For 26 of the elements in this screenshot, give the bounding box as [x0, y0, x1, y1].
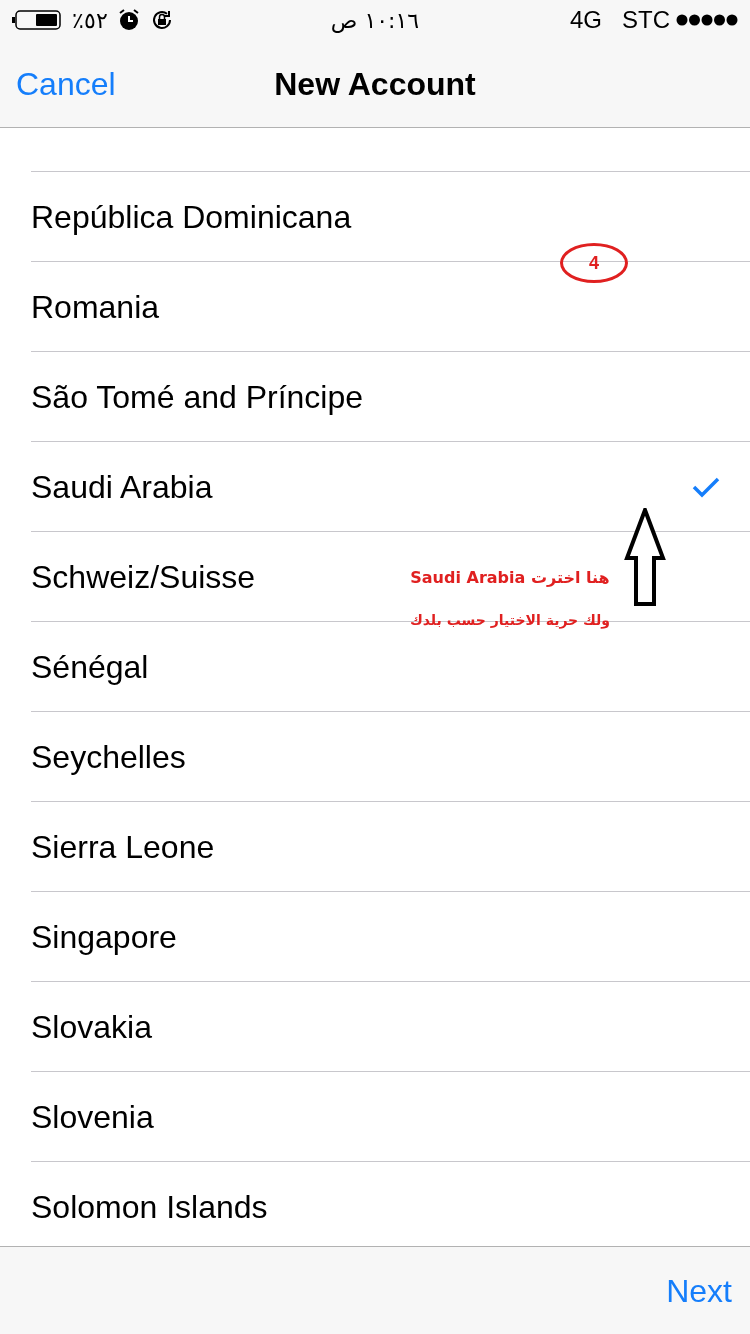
- country-name[interactable]: Singapore: [31, 912, 177, 961]
- cancel-button[interactable]: Cancel: [16, 59, 116, 108]
- annotation-text: ولك حرية الاختيار حسب بلدك: [408, 611, 612, 631]
- country-name[interactable]: Romania: [31, 282, 160, 331]
- step-number-circle: 4: [560, 243, 628, 283]
- network-type: 4G: [570, 5, 602, 35]
- battery-percent: ٪٥٢: [72, 6, 108, 35]
- screen-title: New Account: [273, 64, 477, 104]
- country-name[interactable]: São Tomé and Príncipe: [31, 372, 364, 421]
- country-name[interactable]: Slovenia: [31, 1092, 154, 1141]
- carrier-name: STC: [622, 5, 670, 35]
- country-name[interactable]: Seychelles: [31, 732, 186, 781]
- signal-icon: [676, 14, 738, 26]
- status-time: ١٠:١٦ ص: [330, 6, 420, 35]
- battery-icon: [12, 10, 62, 30]
- country-name[interactable]: Schweiz/Suisse: [31, 552, 256, 601]
- alarm-clock-icon: [118, 9, 140, 31]
- next-button[interactable]: Next: [666, 1266, 732, 1315]
- country-name[interactable]: Sierra Leone: [31, 822, 215, 871]
- country-name[interactable]: Saudi Arabia: [31, 462, 213, 511]
- country-name[interactable]: Solomon Islands: [31, 1183, 268, 1231]
- annotation-text: هنا اخترت Saudi Arabia: [409, 567, 611, 589]
- country-name[interactable]: Slovakia: [31, 1002, 152, 1051]
- country-name[interactable]: Sénégal: [31, 642, 149, 691]
- rotation-lock-icon: [150, 8, 174, 32]
- country-name[interactable]: República Dominicana: [31, 192, 352, 241]
